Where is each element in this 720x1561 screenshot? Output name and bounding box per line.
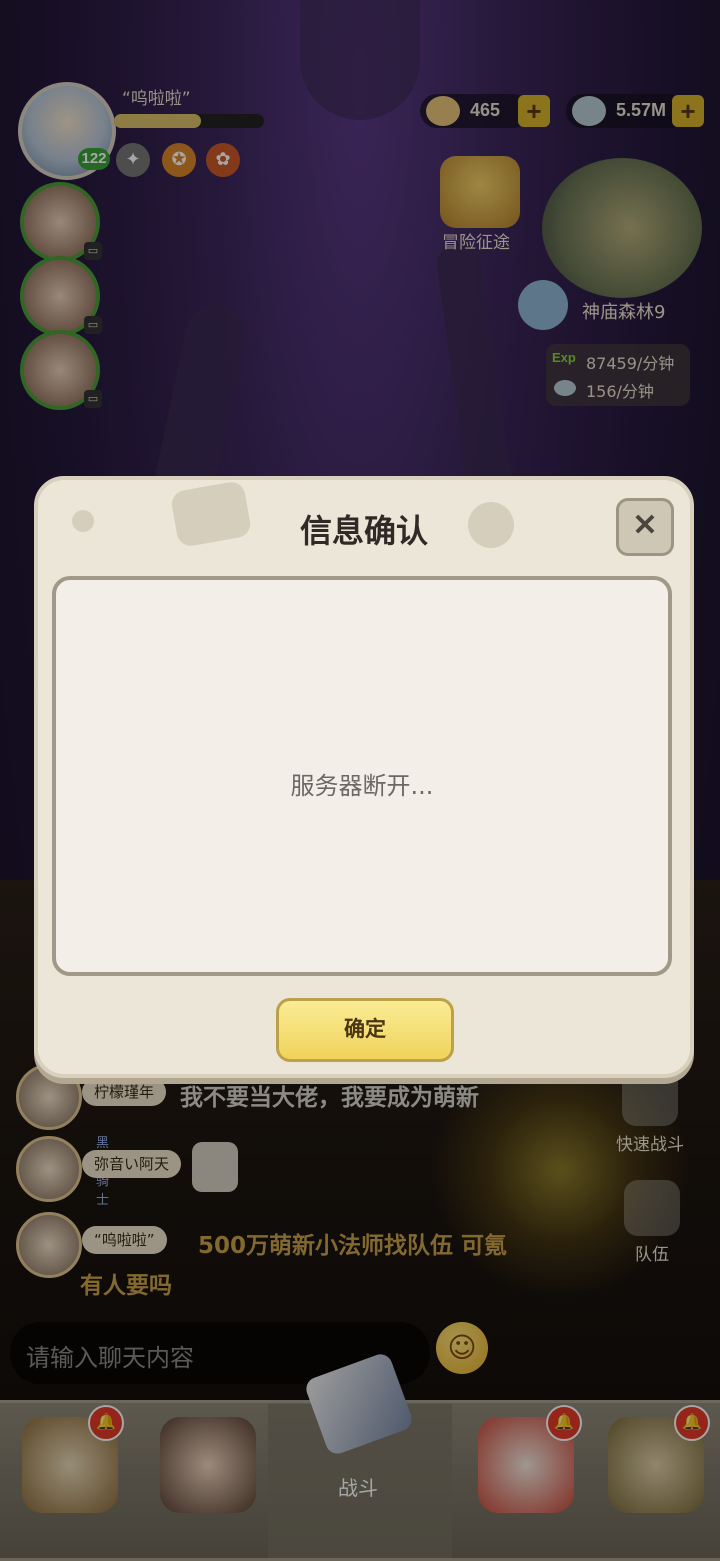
dialog-message: 服务器断开... <box>290 772 434 800</box>
close-button[interactable]: ✕ <box>616 498 674 556</box>
dialog-body: 服务器断开... <box>52 576 672 976</box>
confirm-button[interactable]: 确定 <box>276 998 454 1062</box>
info-confirm-dialog: 信息确认 ✕ 服务器断开... 确定 <box>34 476 694 1078</box>
dialog-title: 信息确认 <box>299 512 428 550</box>
